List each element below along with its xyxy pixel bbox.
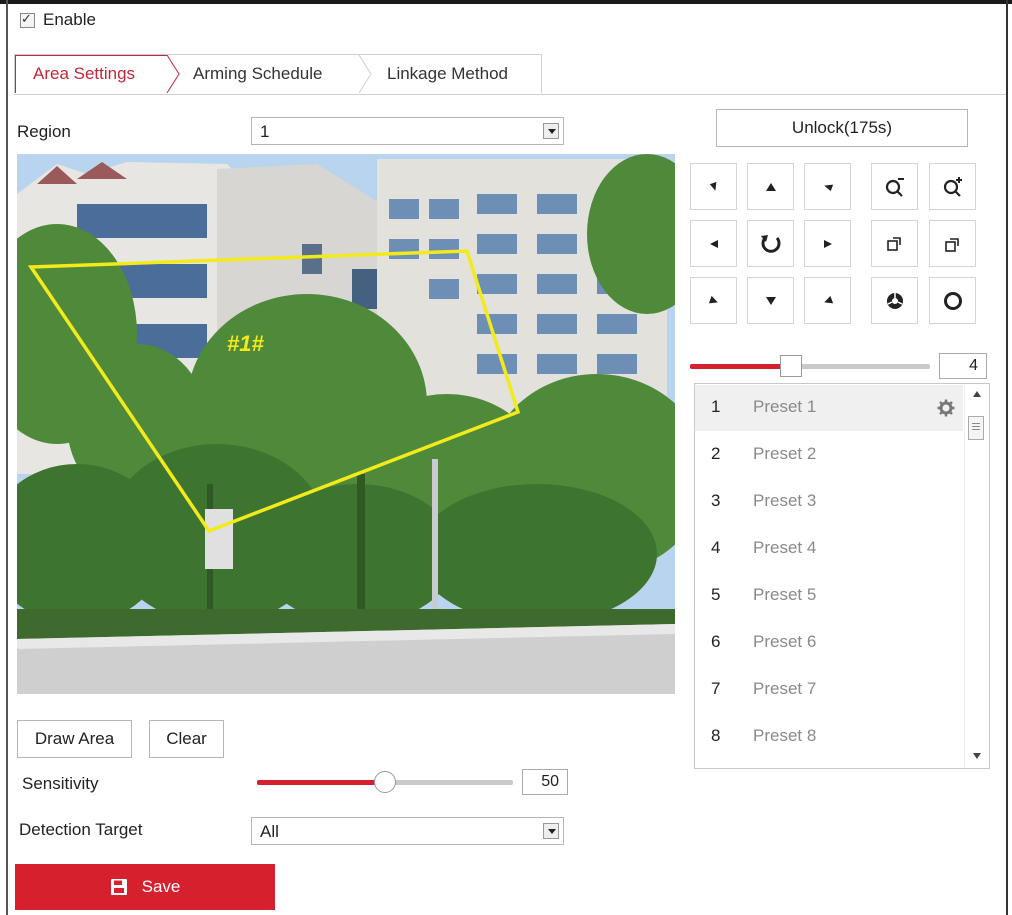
iris-open-icon[interactable]: [871, 277, 918, 324]
enable-label: Enable: [43, 10, 96, 29]
iris-close-icon[interactable]: [929, 277, 976, 324]
sensitivity-slider-thumb[interactable]: [374, 771, 396, 793]
save-label: Save: [141, 877, 181, 896]
auto-pan-icon[interactable]: [747, 220, 794, 267]
focus-near-icon[interactable]: [871, 220, 918, 267]
tab-bar: Area Settings Arming Schedule Linkage Me…: [14, 54, 1006, 95]
region-select[interactable]: 1: [251, 117, 564, 145]
tab-area-settings[interactable]: Area Settings: [33, 55, 135, 93]
scroll-up-icon[interactable]: [972, 390, 982, 398]
preset-name: Preset 8: [753, 726, 817, 745]
down-right-icon[interactable]: [804, 277, 851, 324]
window-right-border: [1006, 0, 1008, 915]
preset-name: Preset 1: [753, 397, 817, 416]
video-preview[interactable]: #1#: [17, 154, 675, 694]
window-left-border: [6, 0, 8, 915]
region-label: Region: [17, 122, 71, 141]
ptz-speed-slider-fill: [690, 364, 791, 369]
preset-number: 3: [711, 491, 721, 510]
down-icon[interactable]: [747, 277, 794, 324]
sensitivity-label: Sensitivity: [22, 774, 99, 793]
chevron-down-icon: [543, 123, 559, 139]
draw-area-button[interactable]: Draw Area: [17, 720, 132, 758]
camera-scene: #1#: [17, 154, 675, 694]
unlock-button[interactable]: Unlock(175s): [716, 109, 968, 147]
preset-name: Preset 7: [753, 679, 817, 698]
sensitivity-slider-fill: [257, 780, 385, 785]
list-item[interactable]: 1 Preset 1: [695, 385, 963, 431]
zoom-out-icon[interactable]: [871, 163, 918, 210]
preset-name: Preset 6: [753, 632, 817, 651]
tab-strip: Area Settings Arming Schedule Linkage Me…: [14, 54, 542, 93]
save-icon: [110, 879, 127, 895]
list-item[interactable]: 5 Preset 5: [695, 573, 963, 619]
tab-separator-icon: [358, 55, 372, 93]
list-item[interactable]: 4 Preset 4: [695, 526, 963, 572]
enable-row: ✓ Enable: [20, 10, 96, 30]
up-right-icon[interactable]: [804, 163, 851, 210]
preset-number: 8: [711, 726, 721, 745]
preset-name: Preset 3: [753, 491, 817, 510]
chevron-down-icon: [543, 823, 559, 839]
region-tag: #1#: [227, 331, 264, 356]
preset-number: 5: [711, 585, 721, 604]
list-item[interactable]: 8 Preset 8: [695, 714, 963, 760]
focus-far-icon[interactable]: [929, 220, 976, 267]
list-item[interactable]: 6 Preset 6: [695, 620, 963, 666]
gear-icon[interactable]: [937, 399, 955, 417]
preset-name: Preset 5: [753, 585, 817, 604]
preset-list-scrollbar[interactable]: [964, 384, 989, 768]
detection-target-value: All: [260, 822, 279, 841]
tab-linkage-method[interactable]: Linkage Method: [387, 55, 508, 93]
enable-checkbox[interactable]: ✓: [20, 10, 35, 28]
preset-name: Preset 2: [753, 444, 817, 463]
detection-target-select[interactable]: All: [251, 817, 564, 845]
region-select-value: 1: [260, 122, 270, 141]
scrollbar-thumb[interactable]: [968, 416, 984, 440]
detection-target-label: Detection Target: [19, 820, 143, 839]
sensitivity-value[interactable]: 50: [522, 769, 568, 795]
ptz-speed-slider-thumb[interactable]: [780, 355, 802, 377]
left-icon[interactable]: [690, 220, 737, 267]
preset-number: 2: [711, 444, 721, 463]
scroll-down-icon[interactable]: [972, 752, 982, 760]
list-item[interactable]: 3 Preset 3: [695, 479, 963, 525]
save-button[interactable]: Save: [15, 864, 275, 910]
ptz-speed-value[interactable]: 4: [939, 353, 987, 379]
check-icon: ✓: [21, 10, 32, 26]
preset-number: 1: [711, 397, 721, 416]
window-top-border: [0, 0, 1012, 4]
list-item[interactable]: 7 Preset 7: [695, 667, 963, 713]
zoom-in-icon[interactable]: [929, 163, 976, 210]
up-left-icon[interactable]: [690, 163, 737, 210]
clear-button[interactable]: Clear: [149, 720, 224, 758]
preset-name: Preset 4: [753, 538, 817, 557]
tab-arming-schedule[interactable]: Arming Schedule: [193, 55, 322, 93]
list-item[interactable]: 2 Preset 2: [695, 432, 963, 478]
right-icon[interactable]: [804, 220, 851, 267]
preset-number: 6: [711, 632, 721, 651]
up-icon[interactable]: [747, 163, 794, 210]
tab-separator-icon: [166, 55, 180, 93]
preset-number: 7: [711, 679, 721, 698]
preset-number: 4: [711, 538, 721, 557]
preset-list: 1 Preset 1 2 Preset 2 3 Preset 3 4 Preset 4…: [694, 383, 990, 769]
down-left-icon[interactable]: [690, 277, 737, 324]
